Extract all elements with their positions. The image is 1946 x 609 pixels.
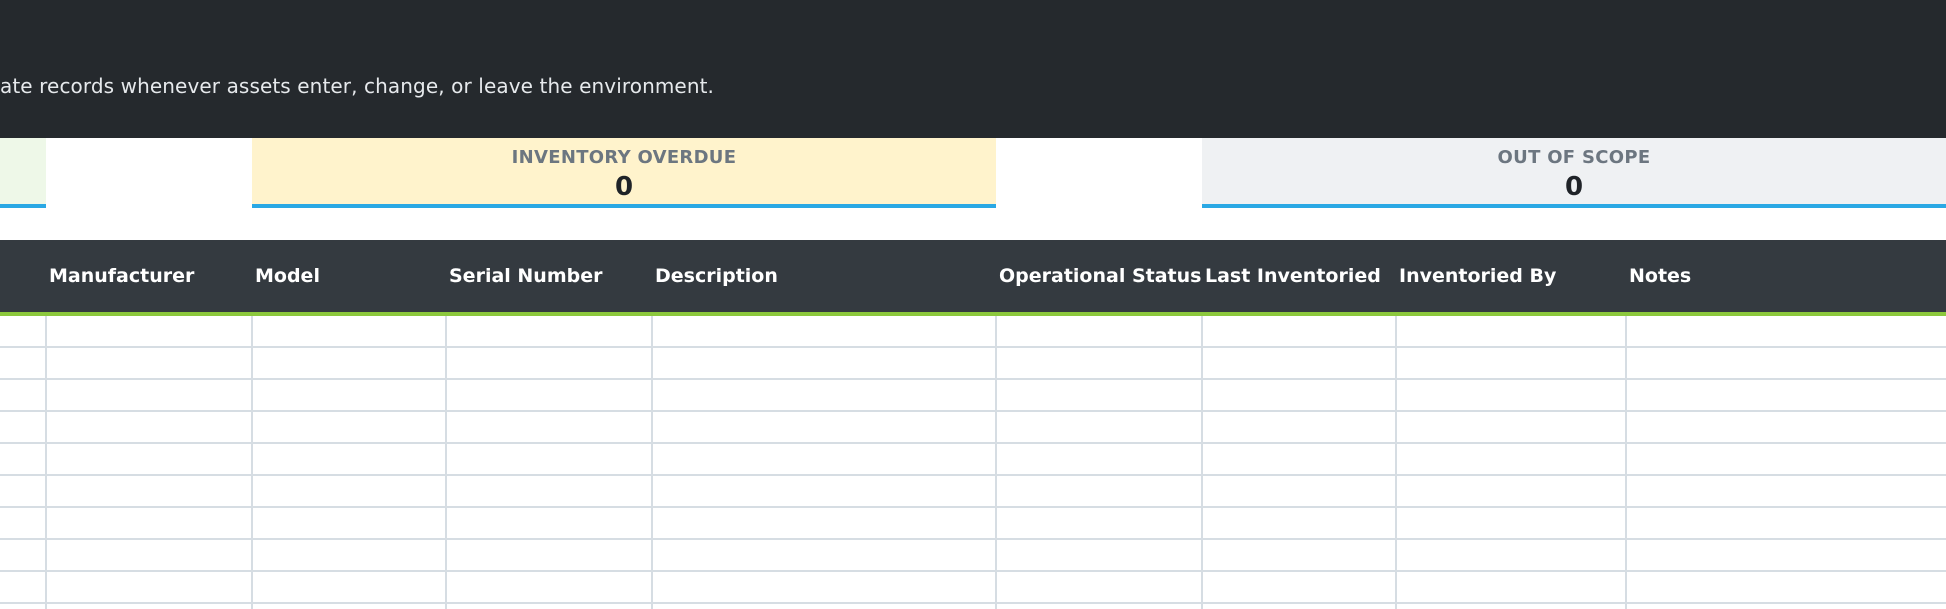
card-label: OUT OF SCOPE bbox=[1497, 147, 1651, 168]
column-header-model[interactable]: Model bbox=[255, 240, 320, 312]
page-description: ate records whenever assets enter, chang… bbox=[0, 74, 715, 98]
column-header-operational-status[interactable]: Operational Status bbox=[999, 240, 1201, 312]
card-label: INVENTORY OVERDUE bbox=[511, 147, 737, 168]
column-divider bbox=[45, 316, 47, 609]
table-row bbox=[0, 538, 1946, 540]
table-body bbox=[0, 316, 1946, 609]
column-header-last-inventoried[interactable]: Last Inventoried bbox=[1205, 240, 1381, 312]
column-divider bbox=[1625, 316, 1627, 609]
column-header-description[interactable]: Description bbox=[655, 240, 778, 312]
table-header: Manufacturer Model Serial Number Descrip… bbox=[0, 240, 1946, 316]
card-value: 0 bbox=[1564, 172, 1584, 202]
column-header-inventoried-by[interactable]: Inventoried By bbox=[1399, 240, 1556, 312]
column-divider bbox=[651, 316, 653, 609]
table-row bbox=[0, 570, 1946, 572]
column-divider bbox=[995, 316, 997, 609]
summary-card-out-of-scope[interactable]: OUT OF SCOPE 0 bbox=[1202, 138, 1946, 208]
column-header-manufacturer[interactable]: Manufacturer bbox=[49, 240, 194, 312]
column-header-notes[interactable]: Notes bbox=[1629, 240, 1691, 312]
column-divider bbox=[1395, 316, 1397, 609]
column-divider bbox=[445, 316, 447, 609]
table-row bbox=[0, 410, 1946, 412]
summary-card-partial bbox=[0, 138, 46, 208]
column-header-serial-number[interactable]: Serial Number bbox=[449, 240, 602, 312]
card-value: 0 bbox=[614, 172, 634, 202]
table-row bbox=[0, 506, 1946, 508]
table-row bbox=[0, 346, 1946, 348]
page-header: ate records whenever assets enter, chang… bbox=[0, 0, 1946, 138]
column-divider bbox=[1201, 316, 1203, 609]
table-row bbox=[0, 602, 1946, 604]
table-row bbox=[0, 474, 1946, 476]
column-divider bbox=[251, 316, 253, 609]
table-row bbox=[0, 378, 1946, 380]
summary-card-inventory-overdue[interactable]: INVENTORY OVERDUE 0 bbox=[252, 138, 996, 208]
table-row bbox=[0, 442, 1946, 444]
